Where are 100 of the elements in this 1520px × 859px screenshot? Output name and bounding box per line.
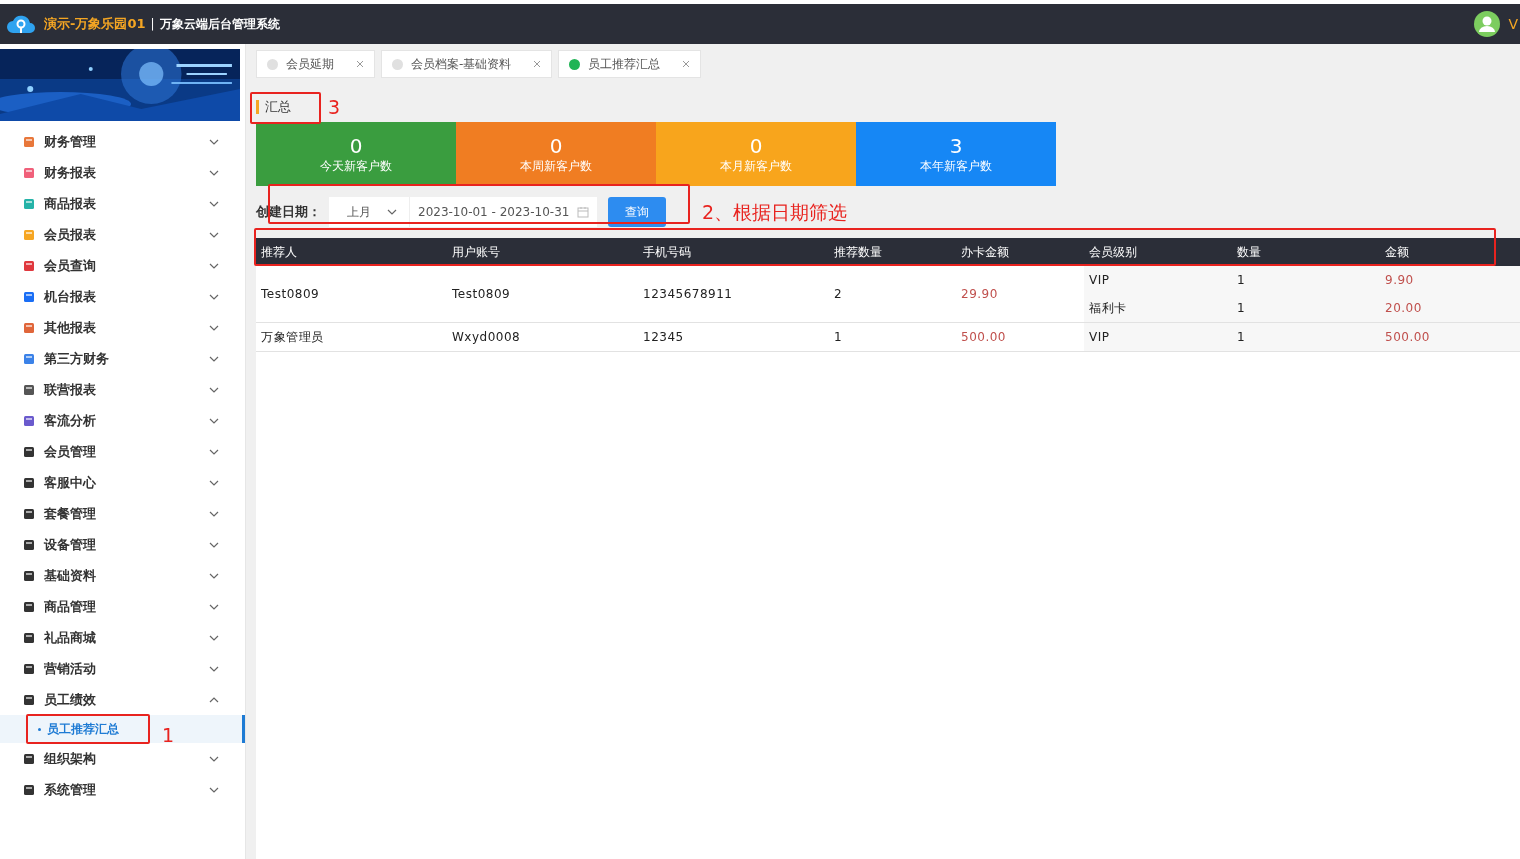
sidebar-item[interactable]: 基础资料 xyxy=(0,560,245,591)
caret-icon xyxy=(209,231,219,238)
sidebar-item[interactable]: 会员管理 xyxy=(0,436,245,467)
date-range-field[interactable]: 2023-10-01 - 2023-10-31 xyxy=(409,197,597,227)
sidebar-item[interactable]: 会员报表 xyxy=(0,219,245,250)
menu-icon xyxy=(23,321,35,334)
table-cell-text: Test0809 xyxy=(451,287,512,301)
caret-icon xyxy=(209,572,219,579)
table-cell-text: 万象管理员 xyxy=(260,328,325,346)
sidebar-item[interactable]: 客服中心 xyxy=(0,467,245,498)
table-cell-text: 1 xyxy=(1236,330,1247,344)
caret-icon xyxy=(209,510,219,517)
caret-icon xyxy=(209,293,219,300)
sidebar-item[interactable]: 其他报表 xyxy=(0,312,245,343)
sidebar-item[interactable]: 客流分析 xyxy=(0,405,245,436)
caret-icon xyxy=(209,755,219,762)
sidebar-item[interactable]: 员工绩效 xyxy=(0,684,245,715)
period-select[interactable]: 上月 xyxy=(329,197,409,227)
caret-icon xyxy=(209,603,219,610)
caret-icon xyxy=(209,541,219,548)
menu-icon xyxy=(23,352,35,365)
menu-icon xyxy=(23,383,35,396)
table-cell-text: 20.00 xyxy=(1384,301,1423,315)
menu-icon xyxy=(23,290,35,303)
column-header: 办卡金额 xyxy=(960,243,1010,261)
table-cell-text: 12345678911 xyxy=(642,287,734,301)
annotation-number: 1 xyxy=(162,724,175,746)
column-header: 金额 xyxy=(1384,243,1410,261)
table-cell-text: Test0809 xyxy=(260,287,321,301)
menu-icon xyxy=(23,135,35,148)
annotation-number: 3 xyxy=(328,96,341,118)
caret-icon xyxy=(209,479,219,486)
menu-icon xyxy=(23,259,35,272)
caret-icon xyxy=(209,262,219,269)
caret-icon xyxy=(209,138,219,145)
sidebar-item[interactable]: 联营报表 xyxy=(0,374,245,405)
tab[interactable]: 会员延期 xyxy=(256,50,375,78)
system-title: 万象云端后台管理系统 xyxy=(159,15,280,33)
column-header: 手机号码 xyxy=(642,243,692,261)
site-name: 演示-万象乐园01 xyxy=(44,15,146,33)
cloud-logo-icon xyxy=(6,13,36,35)
menu-icon xyxy=(23,228,35,241)
sidebar-item[interactable]: 商品报表 xyxy=(0,188,245,219)
section-title: 汇总 xyxy=(265,98,291,116)
sidebar-item[interactable]: 第三方财务 xyxy=(0,343,245,374)
table-cell-text: 12345 xyxy=(642,330,685,344)
title-separator: | xyxy=(150,17,155,31)
table-cell-text: 9.90 xyxy=(1384,273,1415,287)
tab[interactable]: 会员档案-基础资料 xyxy=(381,50,553,78)
menu-icon xyxy=(23,600,35,613)
caret-icon xyxy=(209,448,219,455)
sidebar-item[interactable]: 财务管理 xyxy=(0,126,245,157)
menu-icon xyxy=(23,476,35,489)
sidebar-item[interactable]: 会员查询 xyxy=(0,250,245,281)
column-header: 数量 xyxy=(1236,243,1262,261)
table-cell-text: 1 xyxy=(833,330,844,344)
menu-icon xyxy=(23,538,35,551)
caret-icon xyxy=(209,355,219,362)
sidebar-item[interactable]: 营销活动 xyxy=(0,653,245,684)
close-icon[interactable] xyxy=(533,60,542,68)
column-header: 会员级别 xyxy=(1088,243,1138,261)
column-header: 推荐数量 xyxy=(833,243,883,261)
sidebar-item[interactable]: 系统管理 xyxy=(0,774,245,805)
stat-card: 0 本月新客户数 xyxy=(656,122,856,186)
column-header: 用户账号 xyxy=(451,243,501,261)
table-cell-text: VIP xyxy=(1088,273,1111,287)
table-cell-text: 500.00 xyxy=(960,330,1007,344)
caret-icon xyxy=(209,634,219,641)
menu-icon xyxy=(23,569,35,582)
bullet-icon xyxy=(38,727,41,731)
caret-icon[interactable] xyxy=(387,209,397,215)
sidebar-item[interactable]: 礼品商城 xyxy=(0,622,245,653)
user-name[interactable]: V xyxy=(1508,16,1518,32)
caret-icon xyxy=(209,786,219,793)
calendar-icon[interactable] xyxy=(577,206,589,218)
column-header: 推荐人 xyxy=(260,243,298,261)
avatar-icon[interactable] xyxy=(1474,11,1501,37)
table-cell-text: 29.90 xyxy=(960,287,999,301)
caret-icon xyxy=(209,665,219,672)
table-cell-text: 福利卡 xyxy=(1088,299,1128,317)
menu-icon xyxy=(23,693,35,706)
caret-icon xyxy=(209,417,219,424)
sidebar-item[interactable]: 财务报表 xyxy=(0,157,245,188)
sidebar-item[interactable]: 套餐管理 xyxy=(0,498,245,529)
menu-icon xyxy=(23,662,35,675)
annotation-text: 2、根据日期筛选 xyxy=(702,200,848,225)
close-icon[interactable] xyxy=(682,60,691,68)
sidebar-item[interactable]: 机台报表 xyxy=(0,281,245,312)
menu-icon xyxy=(23,166,35,179)
sidebar-item[interactable]: 设备管理 xyxy=(0,529,245,560)
stat-card: 3 本年新客户数 xyxy=(856,122,1056,186)
menu-icon xyxy=(23,507,35,520)
stat-card: 0 今天新客户数 xyxy=(256,122,456,186)
close-icon[interactable] xyxy=(356,60,364,68)
tab[interactable]: 员工推荐汇总 xyxy=(558,50,702,78)
menu-icon xyxy=(23,197,35,210)
caret-icon xyxy=(209,696,219,703)
table-cell-text: 2 xyxy=(833,287,844,301)
sidebar-item[interactable]: 商品管理 xyxy=(0,591,245,622)
sidebar-item[interactable]: 组织架构 xyxy=(0,743,245,774)
